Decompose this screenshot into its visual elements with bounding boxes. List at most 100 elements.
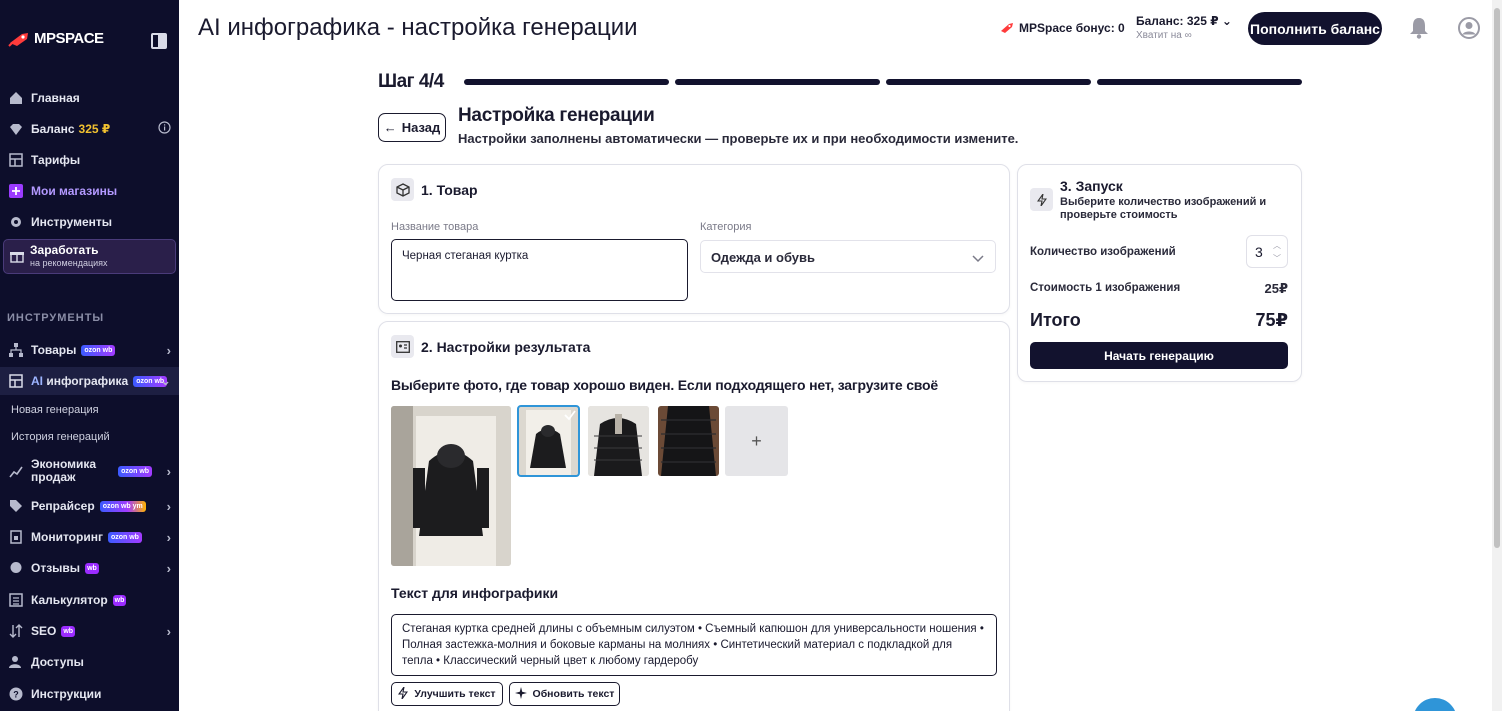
lightning-icon — [1030, 188, 1053, 211]
start-generation-button[interactable]: Начать генерацию — [1030, 342, 1288, 369]
refresh-text-label: Обновить текст — [532, 688, 615, 700]
product-name-input[interactable]: Черная стеганая куртка — [391, 239, 688, 301]
sidebar-item-label: Репрайсер — [31, 499, 95, 513]
balance-sub: Хватит на ∞ — [1136, 30, 1192, 41]
collapse-sidebar-icon[interactable] — [151, 33, 167, 49]
launch-heading: 3. Запуск — [1060, 178, 1123, 194]
grid-icon — [8, 374, 23, 389]
sidebar-item-label: Мои магазины — [31, 184, 118, 198]
upload-photo-button[interactable]: + — [725, 406, 788, 476]
improve-text-button[interactable]: Улучшить текст — [391, 682, 503, 706]
rocket-icon — [8, 32, 28, 47]
sidebar-item-label: Экономика продаж — [31, 457, 97, 484]
generation-title: Настройка генерации — [458, 105, 655, 126]
sidebar-item-tools[interactable]: Инструменты — [0, 208, 179, 236]
category-select[interactable]: Одежда и обувь — [700, 240, 996, 273]
help-icon: ? — [8, 687, 23, 702]
sort-icon — [8, 624, 23, 639]
sidebar-item-my-stores[interactable]: Мои магазины — [0, 177, 179, 205]
sidebar-item-products[interactable]: Товары ozon wb › — [0, 336, 179, 364]
balance-dropdown[interactable]: Баланс: 325 ₽ ⌄ Хватит на ∞ — [1136, 14, 1232, 41]
scrollbar[interactable] — [1492, 0, 1502, 711]
sidebar-item-monitoring[interactable]: Мониторинг ozon wb › — [0, 523, 179, 551]
balance-text: Баланс: 325 ₽ — [1136, 14, 1219, 28]
refresh-text-button[interactable]: Обновить текст — [509, 682, 620, 706]
ozon-wb-badge: ozon wb — [81, 344, 116, 356]
sidebar-item-calculator[interactable]: Калькулятор wb — [0, 586, 179, 614]
logo[interactable]: MPSPACE — [8, 30, 104, 47]
image-count-label: Количество изображений — [1030, 246, 1176, 258]
info-icon[interactable] — [158, 121, 171, 137]
grid-icon — [8, 153, 23, 168]
sidebar-item-tariffs[interactable]: Тарифы — [0, 146, 179, 174]
product-card-header: 1. Товар — [391, 178, 478, 201]
svg-text:?: ? — [13, 690, 19, 700]
sidebar-item-home[interactable]: Главная — [0, 84, 179, 112]
calculator-icon — [8, 593, 23, 608]
generation-subtitle: Настройки заполнены автоматически — пров… — [458, 131, 1019, 146]
photo-thumbnail[interactable] — [391, 406, 511, 566]
sidebar-item-ai-infographic[interactable]: AI инфографика ozon wb ⌄ — [0, 367, 179, 395]
sidebar-item-label: Товары — [31, 343, 77, 357]
plus-square-icon — [8, 184, 23, 199]
photo-thumbnail-selected[interactable] — [517, 405, 580, 477]
photo-thumbnail[interactable] — [658, 406, 719, 476]
earn-subtitle: на рекомендациях — [30, 258, 108, 268]
scrollbar-thumb[interactable] — [1494, 8, 1500, 548]
sidebar-item-label: Баланс — [31, 122, 75, 136]
total-value: 75₽ — [1255, 310, 1288, 330]
ozon-wb-badge: ozon wb — [107, 531, 142, 543]
bonus-indicator[interactable]: MPSpace бонус: 0 — [1000, 21, 1125, 35]
sidebar-item-instructions[interactable]: ? Инструкции — [0, 680, 179, 708]
user-avatar-icon[interactable] — [1458, 17, 1480, 39]
balance-value: 325 ₽ — [78, 122, 111, 136]
back-button[interactable]: ← Назад — [378, 113, 446, 142]
sidebar-item-label: Инструкции — [31, 687, 102, 701]
sidebar-item-reviews[interactable]: Отзывы wb › — [0, 554, 179, 582]
topup-balance-button[interactable]: Пополнить баланс — [1248, 12, 1382, 45]
chevron-right-icon: › — [166, 498, 171, 514]
infographic-text-input[interactable]: Стеганая куртка средней длины с объемным… — [391, 614, 997, 676]
lightning-icon — [398, 686, 409, 702]
back-label: Назад — [401, 120, 441, 135]
price-per-image-label: Стоимость 1 изображения — [1030, 282, 1181, 294]
sidebar-subitem-generation-history[interactable]: История генераций — [11, 431, 110, 443]
image-count-value: 3 — [1255, 244, 1263, 260]
chevron-right-icon: › — [166, 529, 171, 545]
price-per-image-value: 25₽ — [1264, 281, 1288, 296]
users-icon — [8, 655, 23, 670]
hierarchy-icon — [8, 343, 23, 358]
sidebar-item-access[interactable]: Доступы — [0, 648, 179, 676]
category-label: Категория — [700, 221, 752, 233]
chevron-down-icon: ⌄ — [1221, 14, 1232, 28]
gear-icon — [8, 215, 23, 230]
chat-support-button[interactable] — [1413, 698, 1457, 711]
earn-referral-button[interactable]: Заработать на рекомендациях — [3, 239, 176, 274]
sidebar-item-label: Доступы — [31, 655, 84, 669]
sidebar-item-repricer[interactable]: Репрайсер ozon wb ym › — [0, 492, 179, 520]
photo-thumbnail[interactable] — [588, 406, 649, 476]
sidebar-item-seo[interactable]: SEO wb › — [0, 617, 179, 645]
sidebar-subitem-new-generation[interactable]: Новая генерация — [11, 404, 99, 416]
wallet-icon — [8, 122, 23, 137]
result-heading: 2. Настройки результата — [421, 338, 591, 355]
chevron-down-icon — [972, 252, 984, 264]
image-count-stepper[interactable]: 3 ︿ ﹀ — [1246, 235, 1288, 268]
chevron-right-icon: › — [166, 560, 171, 576]
checkmark-icon — [563, 408, 577, 422]
step-progress-segment — [675, 79, 880, 85]
chevron-right-icon: › — [166, 623, 171, 639]
bonus-text: MPSpace бонус: 0 — [1019, 21, 1125, 35]
sidebar-item-sales-economics[interactable]: Экономика продаж ozon wb › — [0, 456, 179, 486]
sidebar-item-label: AI инфографика — [31, 374, 129, 388]
sidebar-item-label: Инструменты — [31, 215, 113, 229]
id-card-icon — [391, 335, 414, 358]
improve-text-label: Улучшить текст — [414, 688, 496, 700]
step-progress-segment — [464, 79, 669, 85]
tools-section-title: ИНСТРУМЕНТЫ — [7, 312, 105, 324]
bell-icon[interactable] — [1409, 17, 1429, 39]
sidebar-item-label: Мониторинг — [31, 530, 103, 544]
sidebar-item-balance[interactable]: Баланс 325 ₽ — [0, 115, 179, 143]
gift-icon — [10, 249, 24, 263]
stepper-arrows-icon[interactable]: ︿ ﹀ — [1273, 239, 1281, 265]
